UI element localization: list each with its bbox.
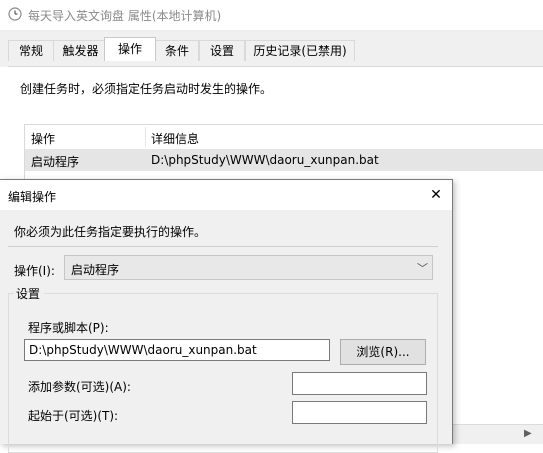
edit-action-dialog: 编辑操作 ✕ 你必须为此任务指定要执行的操作。 操作(I): 启动程序 ﹀ 设置… [0, 179, 453, 453]
action-select[interactable]: 启动程序 ﹀ [64, 255, 433, 280]
tab-actions[interactable]: 操作 [104, 37, 156, 61]
arguments-input[interactable] [292, 372, 427, 395]
start-in-input[interactable] [292, 401, 427, 424]
action-select-value: 启动程序 [71, 263, 120, 277]
window-titlebar: 每天导入英文询盘 属性(本地计算机) [0, 0, 543, 30]
arguments-field-label: 添加参数(可选)(A): [28, 380, 131, 394]
intro-text: 创建任务时，必须指定任务启动时发生的操作。 [20, 82, 273, 96]
settings-group-label: 设置 [14, 285, 45, 302]
tab-general[interactable]: 常规 [8, 40, 54, 61]
chevron-down-icon[interactable]: ﹀ [417, 260, 428, 276]
close-icon[interactable]: ✕ [421, 183, 451, 207]
table-row[interactable]: 启动程序 D:\phpStudy\WWW\daoru_xunpan.bat [25, 149, 543, 171]
task-clock-icon [8, 7, 22, 21]
row-action-cell: 启动程序 [31, 155, 80, 169]
horizontal-scrollbar[interactable]: ▶ [450, 424, 543, 444]
column-divider[interactable] [145, 127, 146, 147]
tab-strip: 常规 触发器 操作 条件 设置 历史记录(已禁用) [0, 30, 543, 67]
tab-conditions[interactable]: 条件 [155, 40, 199, 61]
program-field-label: 程序或脚本(P): [28, 321, 109, 335]
row-details-cell: D:\phpStudy\WWW\daoru_xunpan.bat [151, 153, 379, 167]
dialog-titlebar: 编辑操作 ✕ [0, 180, 452, 210]
browse-button[interactable]: 浏览(R)... [340, 339, 426, 365]
scroll-right-icon[interactable]: ▶ [524, 428, 532, 439]
start-in-field-label: 起始于(可选)(T): [28, 409, 119, 423]
tab-history[interactable]: 历史记录(已禁用) [245, 40, 355, 61]
column-header-details[interactable]: 详细信息 [151, 130, 199, 147]
dialog-title: 编辑操作 [8, 190, 57, 204]
program-input[interactable]: D:\phpStudy\WWW\daoru_xunpan.bat [24, 339, 330, 361]
dialog-instruction: 你必须为此任务指定要执行的操作。 [14, 225, 207, 239]
divider [8, 246, 438, 247]
column-header-action[interactable]: 操作 [31, 130, 55, 147]
tab-settings[interactable]: 设置 [199, 40, 245, 61]
action-field-label: 操作(I): [14, 264, 55, 278]
list-header: 操作 详细信息 [25, 125, 543, 149]
window-title: 每天导入英文询盘 属性(本地计算机) [28, 9, 222, 23]
tab-triggers[interactable]: 触发器 [53, 40, 108, 61]
program-input-value: D:\phpStudy\WWW\daoru_xunpan.bat [29, 343, 257, 357]
